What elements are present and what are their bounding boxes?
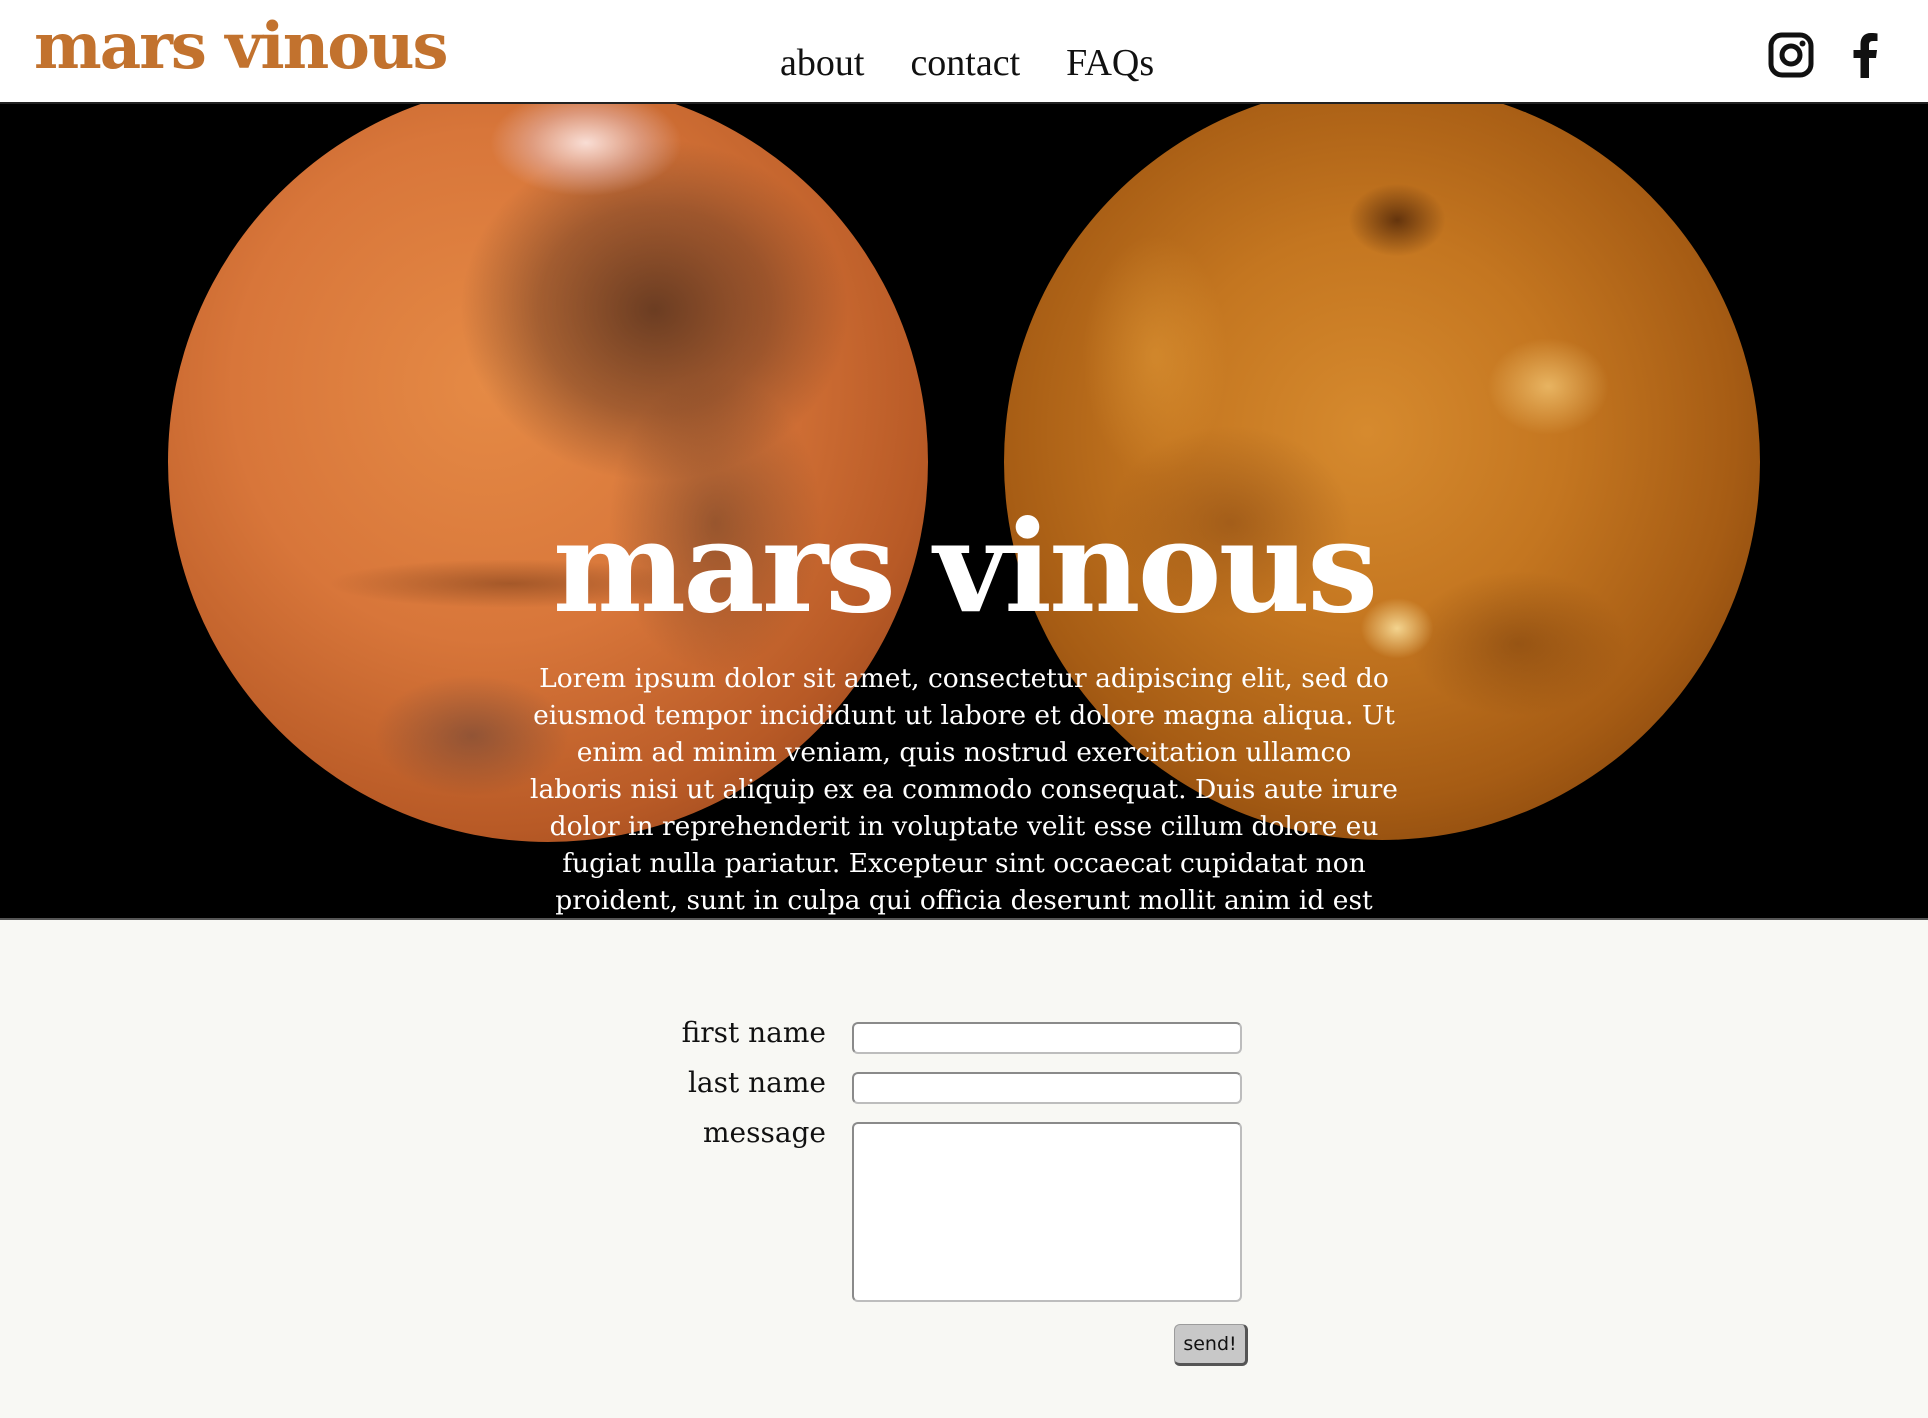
last-name-field[interactable] [852,1072,1242,1104]
message-field[interactable] [852,1122,1242,1302]
instagram-icon[interactable] [1768,32,1814,78]
hero-description: Lorem ipsum dolor sit amet, consectetur … [530,663,1398,916]
nav-link-faqs[interactable]: FAQs [1066,40,1154,86]
last-name-label: last name [687,1066,826,1099]
message-label: message [702,1116,826,1149]
site-header: mars vinous about contact FAQs [0,0,1928,104]
first-name-field[interactable] [852,1022,1242,1054]
first-name-label: first name [681,1016,826,1049]
brand-logo[interactable]: mars vinous [34,6,448,88]
hero-banner: mars vinous Lorem ipsum dolor sit amet, … [0,104,1928,920]
main-nav: about contact FAQs [780,40,1154,86]
social-links [1768,32,1880,78]
nav-link-about[interactable]: about [780,40,864,86]
hero-title: mars vinous [552,493,1378,641]
nav-link-contact[interactable]: contact [910,40,1020,86]
contact-form: first name last name message send! [0,920,1928,1418]
facebook-icon[interactable] [1850,32,1880,78]
send-button[interactable]: send! [1174,1324,1248,1366]
